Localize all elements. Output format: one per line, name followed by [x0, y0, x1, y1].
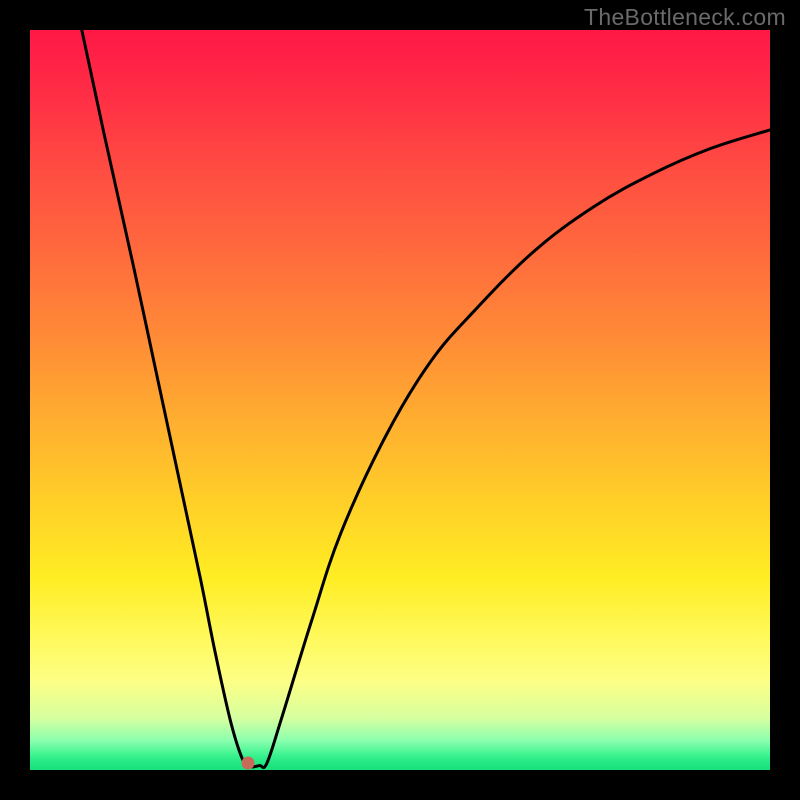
plot-area — [30, 30, 770, 770]
watermark-label: TheBottleneck.com — [584, 4, 786, 31]
optimal-point-marker — [242, 756, 255, 769]
bottleneck-curve — [30, 30, 770, 770]
